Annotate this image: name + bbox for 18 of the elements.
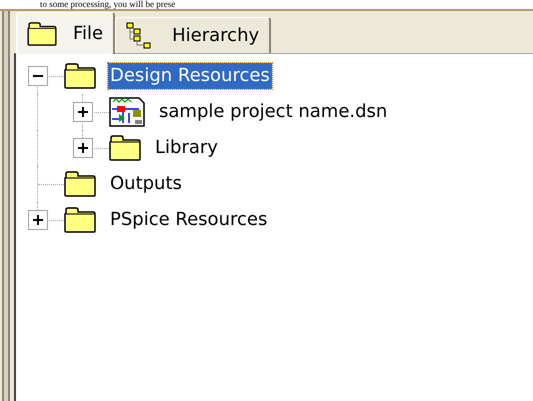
expand-icon[interactable] — [28, 210, 48, 230]
tree-item[interactable]: Library — [153, 135, 220, 161]
schematic-file-icon — [109, 97, 145, 127]
tree-item[interactable]: Outputs — [108, 171, 184, 197]
folder-icon — [64, 63, 96, 89]
tree-item[interactable]: Design Resources — [108, 63, 272, 89]
folder-icon — [64, 171, 96, 197]
tab[interactable]: Hierarchy — [115, 17, 272, 53]
tab[interactable]: File — [16, 12, 116, 54]
tree-item[interactable]: sample project name.dsn — [157, 99, 390, 125]
folder-icon — [27, 22, 57, 46]
folder-icon — [109, 135, 141, 161]
collapse-icon[interactable] — [28, 66, 48, 86]
folder-icon — [64, 207, 96, 233]
caption-text: to some processing, you will be prese — [40, 0, 176, 9]
tree-item[interactable]: PSpice Resources — [108, 207, 270, 233]
expand-icon[interactable] — [73, 138, 93, 158]
expand-icon[interactable] — [73, 102, 93, 122]
